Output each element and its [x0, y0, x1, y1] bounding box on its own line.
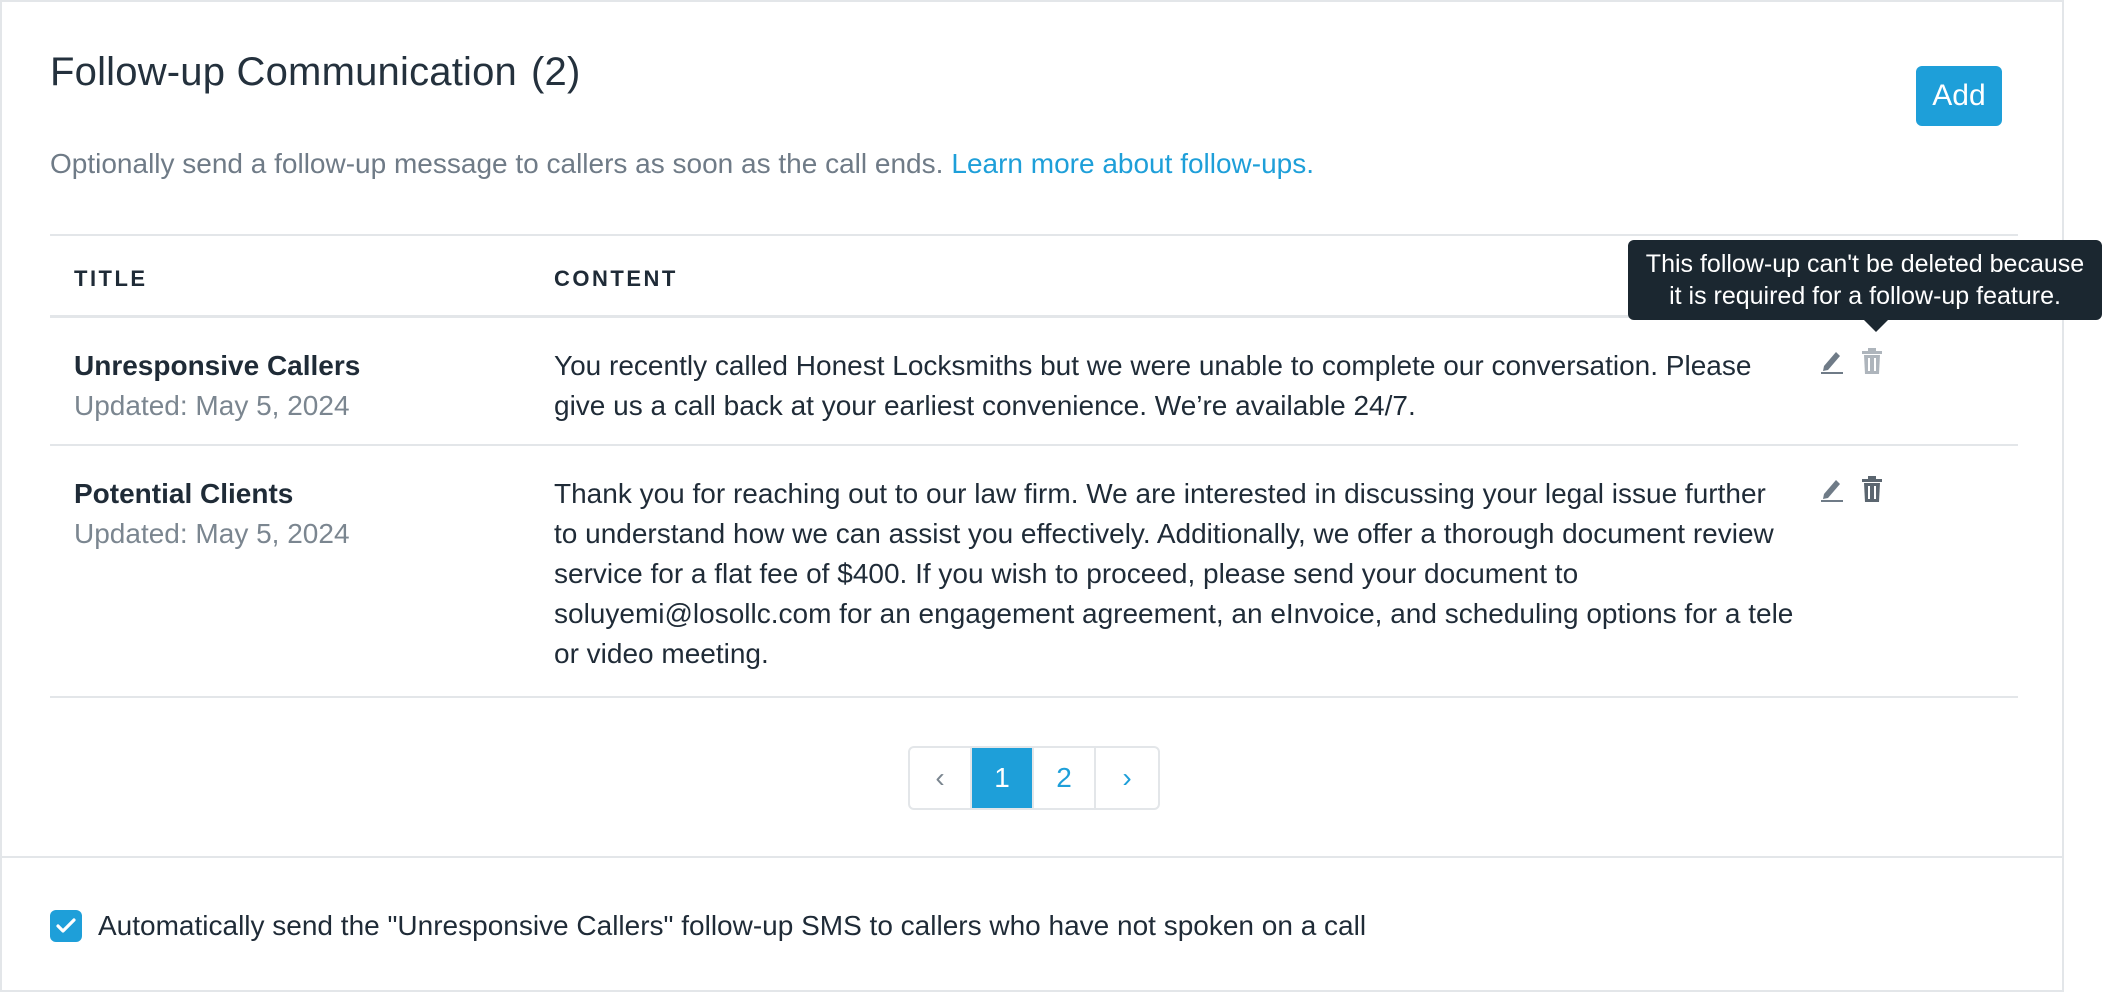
learn-more-link[interactable]: Learn more about follow-ups. [951, 148, 1314, 179]
auto-send-label: Automatically send the "Unresponsive Cal… [98, 910, 1367, 941]
column-header-title: TITLE [74, 266, 148, 291]
footer: Automatically send the "Unresponsive Cal… [2, 856, 2062, 992]
trash-icon[interactable] [1858, 342, 1886, 374]
pagination: ‹ 1 2 › [908, 746, 1160, 810]
checkmark-icon [56, 918, 76, 933]
pencil-icon[interactable] [1818, 470, 1846, 502]
page-1-button[interactable]: 1 [972, 748, 1034, 808]
add-button[interactable]: Add [1916, 66, 2002, 126]
title-text: Follow-up Communication [50, 50, 518, 94]
row-title: Unresponsive Callers [74, 350, 361, 381]
row-title: Potential Clients [74, 478, 294, 509]
next-page-button[interactable]: › [1096, 748, 1158, 808]
table-row: Potential Clients Updated: May 5, 2024 T… [50, 446, 2018, 698]
row-content: You recently called Honest Locksmiths bu… [554, 350, 1752, 421]
prev-page-button[interactable]: ‹ [910, 748, 972, 808]
auto-send-checkbox[interactable] [50, 910, 82, 942]
description-text: Optionally send a follow-up message to c… [50, 148, 944, 179]
row-actions [1818, 342, 1886, 374]
description: Optionally send a follow-up message to c… [50, 148, 1314, 180]
column-header-content: CONTENT [554, 266, 678, 291]
row-updated: Updated: May 5, 2024 [74, 518, 350, 549]
follow-up-card: Follow-up Communication (2) Add Optionall… [0, 0, 2064, 992]
row-actions [1818, 470, 1886, 502]
page-2-button[interactable]: 2 [1034, 748, 1096, 808]
row-content: Thank you for reaching out to our law fi… [554, 478, 1794, 669]
table-row: Unresponsive Callers Updated: May 5, 202… [50, 318, 2018, 446]
page-title: Follow-up Communication (2) [50, 50, 581, 95]
row-title-cell: Unresponsive Callers Updated: May 5, 202… [74, 346, 360, 426]
row-title-cell: Potential Clients Updated: May 5, 2024 [74, 474, 350, 554]
pencil-icon[interactable] [1818, 342, 1846, 374]
title-count: (2) [531, 50, 581, 94]
trash-icon[interactable] [1858, 470, 1886, 502]
row-updated: Updated: May 5, 2024 [74, 390, 350, 421]
delete-disabled-tooltip: This follow-up can't be deleted because … [1628, 240, 2102, 332]
